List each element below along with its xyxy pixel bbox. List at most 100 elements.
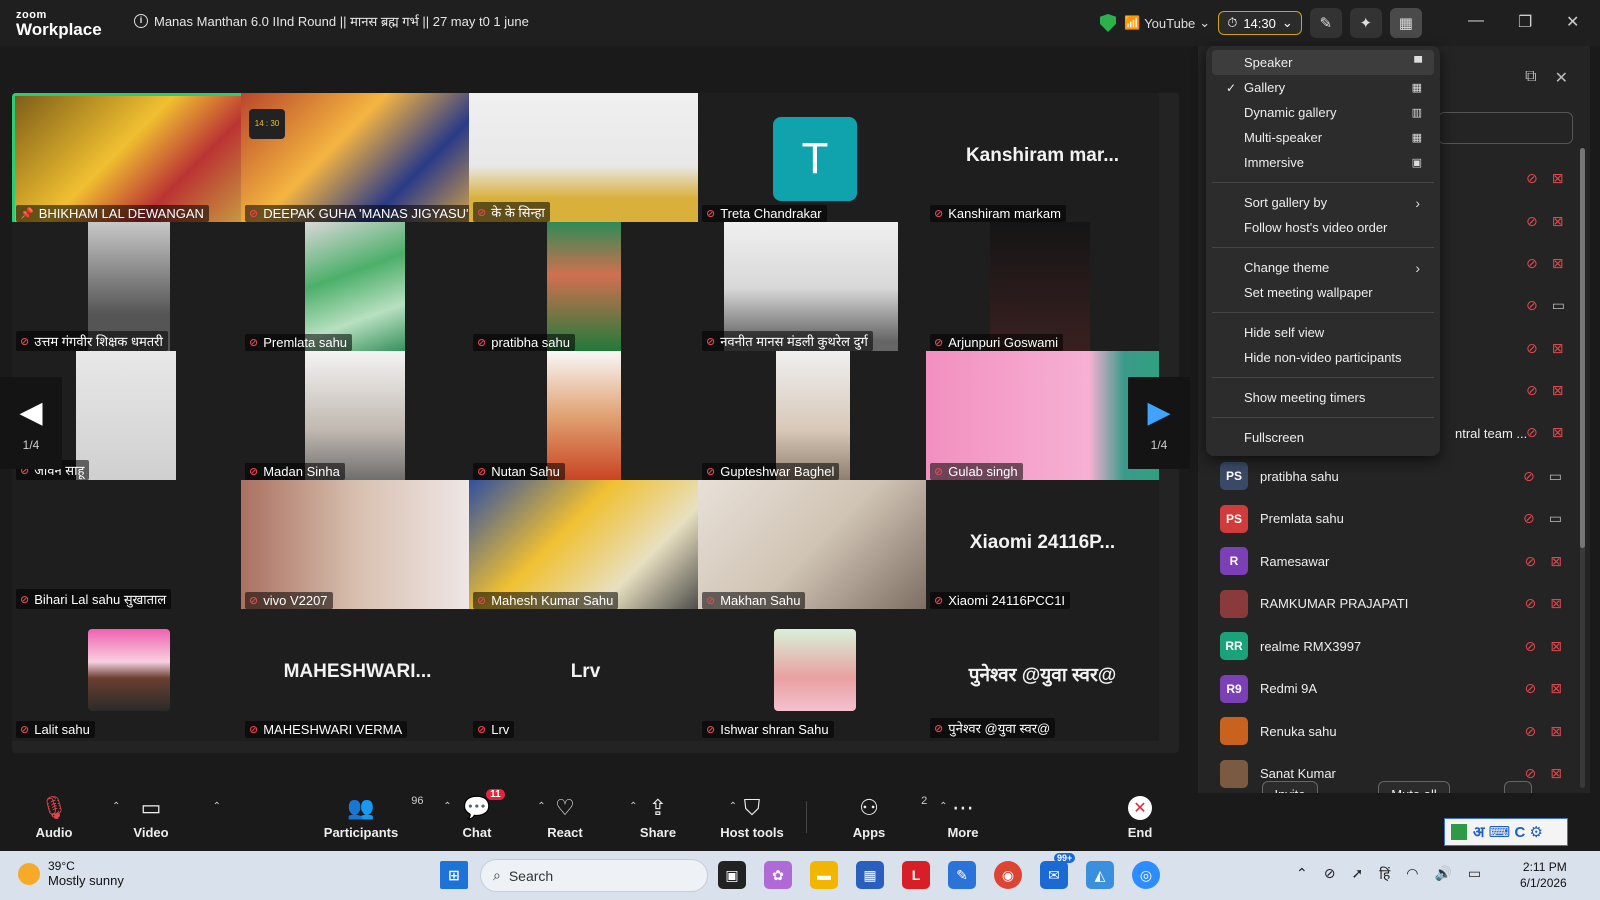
menu-item[interactable]: Set meeting wallpaper <box>1212 280 1434 305</box>
clock[interactable]: 2:11 PM 6/1/2026 <box>1520 859 1567 891</box>
participant-row[interactable]: PS pratibha sahu ⊘ ▭ <box>1220 455 1580 497</box>
location-icon[interactable]: ➚ <box>1351 865 1363 884</box>
participant-row[interactable]: Sanat Kumar ⊘ ⊠ <box>1220 753 1580 795</box>
participant-row[interactable]: PS Premlata sahu ⊘ ▭ <box>1220 498 1580 540</box>
mic-muted-icon[interactable]: ⊘ <box>1525 723 1537 740</box>
participant-row[interactable]: Renuka sahu ⊘ ⊠ <box>1220 710 1580 752</box>
share-button[interactable]: ⇪ ⌃ Share <box>613 793 737 840</box>
menu-item[interactable]: Multi-speaker ▦ <box>1212 125 1434 150</box>
participant-row[interactable]: RR realme RMX3997 ⊘ ⊠ <box>1220 625 1580 667</box>
mic-muted-icon[interactable]: ⊘ <box>1526 170 1538 187</box>
video-tile[interactable]: Xiaomi 24116P... ⊘ Xiaomi 24116PCC1I <box>926 480 1159 612</box>
video-tile[interactable]: ⊘ Gulab singh <box>926 351 1159 483</box>
video-tile[interactable]: ⊘ Ishwar shran Sahu <box>698 609 931 741</box>
camera-icon[interactable]: ▭ <box>1549 510 1562 527</box>
video-tile[interactable]: 14 : 30 ⊘ DEEPAK GUHA 'MANAS JIGYASU' <box>241 93 474 225</box>
video-tile[interactable]: Lrv ⊘ Lrv <box>469 609 702 741</box>
battery-icon[interactable]: ▭ <box>1468 865 1481 884</box>
prev-page-button[interactable]: ◀ 1/4 <box>0 377 62 469</box>
caret-up-icon[interactable]: ⌃ <box>213 801 221 812</box>
video-tile[interactable]: 📌 BHIKHAM LAL DEWANGAN <box>12 93 245 225</box>
video-tile[interactable]: पुनेश्वर @युवा स्वर@ ⊘ पुनेश्वर @युवा स्वर… <box>926 609 1159 741</box>
video-tile[interactable]: ⊘ Bihari Lal sahu सुखाताल <box>12 480 245 612</box>
mic-muted-icon[interactable]: ⊘ <box>1525 595 1537 612</box>
mic-muted-icon[interactable]: ⊘ <box>1525 765 1537 782</box>
chrome-icon[interactable]: ◉ <box>994 861 1022 889</box>
host-tools-button[interactable]: ⛉ Host tools <box>707 793 797 840</box>
encryption-shield-icon[interactable] <box>1100 14 1116 32</box>
video-tile[interactable]: ⊘ Nutan Sahu <box>469 351 702 483</box>
video-tile[interactable]: ⊘ vivo V2207 <box>241 480 474 612</box>
camera-off-icon[interactable]: ⊠ <box>1550 680 1562 697</box>
video-tile[interactable]: ⊘ नवनीत मानस मंडली कुथरेल दुर्ग <box>698 222 931 354</box>
wifi-icon[interactable]: ◠ <box>1406 865 1418 884</box>
camera-off-icon[interactable]: ⊠ <box>1552 424 1564 441</box>
annotate-pencil-icon[interactable]: ✎ <box>1309 8 1342 38</box>
more-button[interactable]: ⋯ More <box>918 793 1008 840</box>
task-view-icon[interactable]: ▣ <box>718 861 746 889</box>
close-window-icon[interactable]: ✕ <box>1566 12 1579 32</box>
pen-app-icon[interactable]: ✎ <box>948 861 976 889</box>
mail-icon[interactable]: ✉ 99+ <box>1040 853 1076 889</box>
menu-item[interactable]: Change theme › <box>1212 255 1434 280</box>
menu-item[interactable]: Hide non-video participants <box>1212 345 1434 370</box>
mic-muted-icon[interactable]: ⊘ <box>1525 553 1537 570</box>
menu-item[interactable]: Hide self view <box>1212 320 1434 345</box>
menu-item[interactable]: Dynamic gallery ▥ <box>1212 100 1434 125</box>
video-tile[interactable]: ⊘ के के सिन्हा <box>469 93 702 225</box>
camera-off-icon[interactable]: ⊠ <box>1550 638 1562 655</box>
minimize-icon[interactable]: — <box>1468 12 1484 30</box>
meet-now-icon[interactable]: ⊘ <box>1324 865 1336 884</box>
video-tile[interactable]: ⊘ Mahesh Kumar Sahu <box>469 480 702 612</box>
camera-off-icon[interactable]: ⊠ <box>1550 723 1562 740</box>
ime-language-bar[interactable]: अ ⌨ C ⚙ <box>1444 818 1568 846</box>
video-tile[interactable]: ⊘ Premlata sahu <box>241 222 474 354</box>
participant-row[interactable]: R9 Redmi 9A ⊘ ⊠ <box>1220 668 1580 710</box>
menu-item[interactable]: Show meeting timers <box>1212 385 1434 410</box>
participant-search-input[interactable] <box>1438 112 1573 144</box>
chevron-up-icon[interactable]: ⌃ <box>1296 865 1308 884</box>
ai-companion-icon[interactable]: ✦ <box>1349 8 1382 38</box>
video-tile[interactable]: ⊘ Arjunpuri Goswami <box>926 222 1159 354</box>
mic-muted-icon[interactable]: ⊘ <box>1526 340 1538 357</box>
meeting-timer[interactable]: ⏱ 14:30 ⌄ <box>1218 11 1302 35</box>
video-button[interactable]: ▭ ⌃ Video <box>106 793 221 840</box>
video-tile[interactable]: T ⊘ Treta Chandrakar <box>698 93 931 225</box>
store-icon[interactable]: ▦ <box>856 861 884 889</box>
video-tile[interactable]: Kanshiram mar... ⊘ Kanshiram markam <box>926 93 1159 225</box>
meeting-info[interactable]: i Manas Manthan 6.0 IInd Round || मानस ब… <box>134 12 529 30</box>
camera-off-icon[interactable]: ⊠ <box>1550 765 1562 782</box>
volume-icon[interactable]: 🔊 <box>1434 865 1451 884</box>
livestream-button[interactable]: 📶 YouTube ⌄ <box>1124 15 1210 31</box>
restore-icon[interactable]: ❐ <box>1518 12 1532 32</box>
video-tile[interactable]: ⊘ Madan Sinha <box>241 351 474 483</box>
menu-item[interactable]: Fullscreen <box>1212 425 1434 450</box>
end-meeting-button[interactable]: ✕ End <box>1095 793 1185 840</box>
camera-off-icon[interactable]: ⊠ <box>1552 213 1564 230</box>
chat-button[interactable]: 💬 11 ⌃ Chat <box>432 789 546 840</box>
video-tile[interactable]: MAHESHWARI... ⊘ MAHESHWARI VERMA <box>241 609 474 741</box>
next-page-button[interactable]: ▶ 1/4 <box>1128 377 1190 469</box>
mic-muted-icon[interactable]: ⊘ <box>1526 213 1538 230</box>
mic-muted-icon[interactable]: ⊘ <box>1523 510 1535 527</box>
mic-muted-icon[interactable]: ⊘ <box>1526 255 1538 272</box>
zoom-app-icon[interactable]: ◎ <box>1132 861 1160 889</box>
file-explorer-icon[interactable]: ▬ <box>810 861 838 889</box>
camera-off-icon[interactable]: ⊠ <box>1550 595 1562 612</box>
camera-off-icon[interactable]: ⊠ <box>1552 255 1564 272</box>
video-tile[interactable]: ⊘ Makhan Sahu <box>698 480 931 612</box>
participant-row[interactable]: RAMKUMAR PRAJAPATI ⊘ ⊠ <box>1220 583 1580 625</box>
panel-scrollbar[interactable] <box>1580 148 1585 788</box>
pop-out-icon[interactable]: ⧉ <box>1525 68 1536 88</box>
participant-row[interactable]: R Ramesawar ⊘ ⊠ <box>1220 540 1580 582</box>
video-tile[interactable]: ⊘ pratibha sahu <box>469 222 702 354</box>
close-panel-icon[interactable]: ✕ <box>1555 68 1568 88</box>
mic-muted-icon[interactable]: ⊘ <box>1525 638 1537 655</box>
copilot-icon[interactable]: ✿ <box>764 861 792 889</box>
camera-icon[interactable]: ▭ <box>1549 468 1562 485</box>
camera-off-icon[interactable]: ⊠ <box>1552 340 1564 357</box>
windows-start-icon[interactable]: ⊞ <box>440 861 468 889</box>
photos-icon[interactable]: ◭ <box>1086 861 1114 889</box>
video-tile[interactable]: ⊘ Gupteshwar Baghel <box>698 351 931 483</box>
view-grid-icon[interactable]: ▦ <box>1389 8 1422 38</box>
